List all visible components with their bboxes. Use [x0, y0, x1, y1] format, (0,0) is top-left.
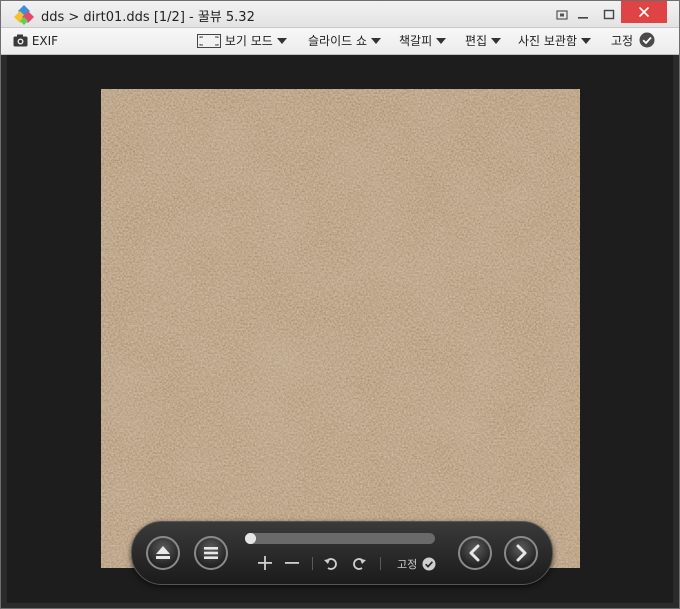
slideshow-menu[interactable]: 슬라이드 쇼 — [308, 32, 382, 50]
menu-button[interactable] — [194, 536, 228, 570]
camera-icon — [13, 34, 28, 47]
pin-toggle[interactable]: 고정 — [611, 32, 655, 50]
edit-menu[interactable]: 편집 — [465, 32, 502, 50]
window-title: dds > dirt01.dds [1/2] - 꿀뷰 5.32 — [41, 10, 255, 25]
previous-button[interactable] — [458, 536, 492, 570]
pin-label: 고정 — [611, 34, 634, 48]
mini-mode-icon — [556, 10, 568, 20]
check-icon — [422, 557, 436, 571]
chevron-down-icon — [276, 38, 287, 44]
dirt-texture-image — [101, 89, 580, 568]
app-window: dds > dirt01.dds [1/2] - 꿀뷰 5.32 EXIF 보기… — [0, 0, 680, 609]
title-bar: dds > dirt01.dds [1/2] - 꿀뷰 5.32 — [1, 1, 679, 28]
chevron-down-icon — [371, 38, 382, 44]
view-mode-menu[interactable]: 보기 모드 — [197, 32, 287, 50]
bar-pin-label: 고정 — [397, 558, 418, 571]
menu-icon — [204, 547, 218, 559]
progress-handle[interactable] — [245, 533, 256, 544]
exif-button[interactable]: EXIF — [13, 32, 58, 50]
exif-label: EXIF — [31, 34, 59, 48]
chevron-down-icon — [581, 38, 592, 44]
bookmark-menu[interactable]: 책갈피 — [399, 32, 447, 50]
maximize-button[interactable] — [595, 3, 623, 25]
photo-archive-label: 사진 보관함 — [518, 34, 578, 48]
close-icon — [638, 6, 650, 18]
zoom-out-icon[interactable] — [283, 554, 301, 572]
prev-icon — [469, 544, 480, 562]
bookmark-label: 책갈피 — [399, 34, 433, 48]
bar-pin-toggle[interactable]: 고정 — [397, 556, 436, 572]
photo-archive-menu[interactable]: 사진 보관함 — [518, 32, 592, 50]
chevron-down-icon — [491, 38, 502, 44]
app-logo-icon — [14, 5, 34, 25]
minimize-icon — [578, 17, 588, 19]
file-progress-slider[interactable] — [245, 533, 435, 544]
check-icon — [639, 32, 655, 48]
rotate-left-icon[interactable] — [322, 554, 340, 572]
next-icon — [516, 544, 527, 562]
slideshow-label: 슬라이드 쇼 — [308, 34, 368, 48]
divider — [380, 557, 381, 570]
eject-icon — [156, 546, 170, 559]
rotate-right-icon[interactable] — [350, 554, 368, 572]
viewer-control-bar: 고정 — [131, 521, 553, 585]
next-button[interactable] — [504, 536, 538, 570]
menu-toolbar: EXIF 보기 모드 슬라이드 쇼 책갈피 편집 사진 보관함 고정 — [1, 28, 679, 55]
close-button[interactable] — [621, 1, 667, 23]
minimize-button[interactable] — [569, 3, 597, 25]
divider — [312, 557, 313, 570]
zoom-in-icon[interactable] — [256, 554, 274, 572]
maximize-icon — [603, 9, 615, 20]
edit-label: 편집 — [465, 34, 488, 48]
view-mode-icon — [197, 34, 221, 48]
view-mode-label: 보기 모드 — [224, 34, 273, 48]
chevron-down-icon — [436, 38, 447, 44]
eject-button[interactable] — [146, 536, 180, 570]
image-view-area[interactable]: 고정 — [7, 55, 673, 603]
